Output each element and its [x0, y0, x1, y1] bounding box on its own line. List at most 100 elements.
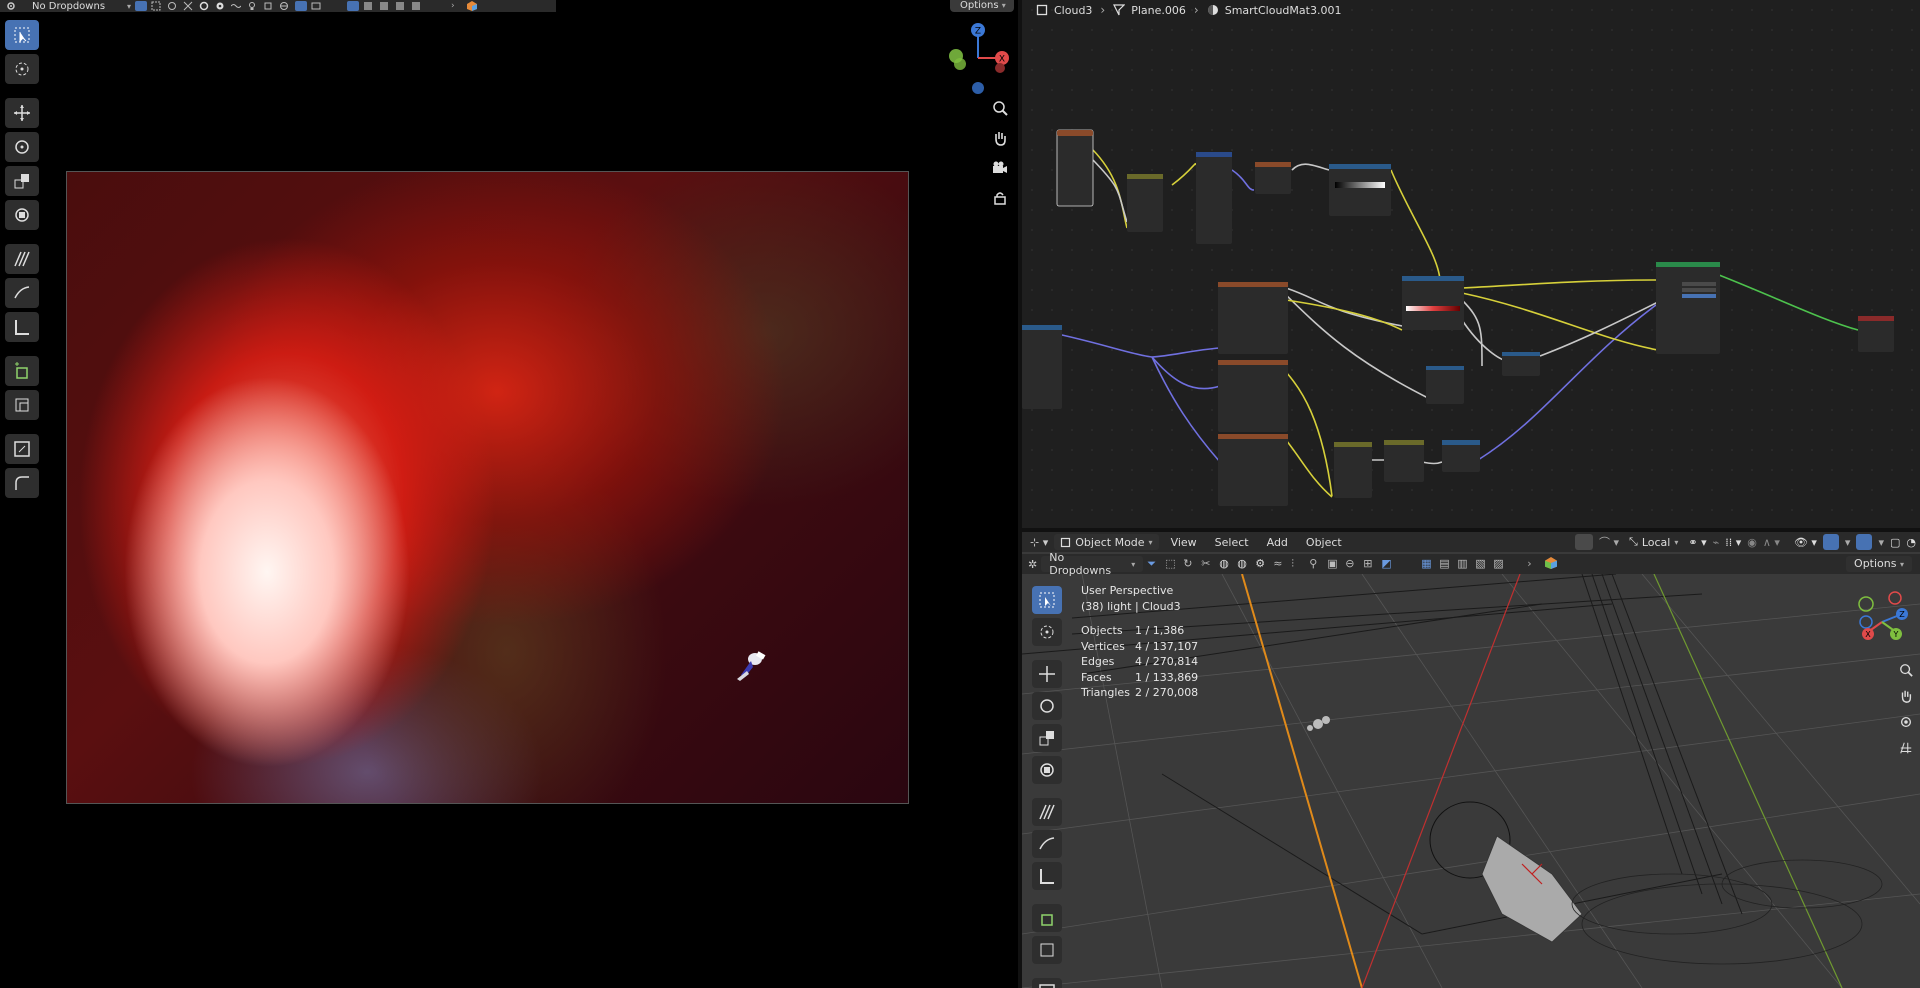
wave-icon[interactable] [230, 1, 243, 11]
settings-icon[interactable] [6, 1, 18, 11]
selection-mode-invert-icon[interactable] [395, 1, 407, 11]
selection-mode-set-icon[interactable] [347, 1, 360, 11]
select-tool-button[interactable] [1032, 586, 1062, 614]
hair-icon[interactable]: ⫶ [1291, 557, 1305, 571]
move-tool-button[interactable] [5, 98, 39, 128]
filter-icon[interactable] [135, 1, 148, 11]
options-button[interactable]: Options ▾ [950, 0, 1014, 12]
orbit-button[interactable] [1896, 712, 1916, 732]
annotate-tool-button[interactable] [1032, 798, 1062, 826]
cursor-icon[interactable] [167, 1, 179, 11]
selection-mode-subtract-icon[interactable]: ▥ [1457, 557, 1471, 571]
draw-tool-button[interactable] [5, 278, 39, 308]
measure-tool-button[interactable] [5, 312, 39, 342]
transform-tool-button[interactable] [1032, 756, 1062, 784]
menu-object[interactable]: Object [1300, 536, 1348, 549]
pivot-icon[interactable]: ⚭ ▾ [1688, 536, 1706, 549]
add-object-tool-button[interactable] [5, 390, 39, 420]
camera-icon[interactable]: ◩ [1381, 557, 1395, 571]
scissors-icon[interactable]: ✂ [1201, 557, 1215, 571]
light-icon[interactable]: ⚲ [1309, 557, 1323, 571]
shader-node-editor[interactable]: Cloud3 › Plane.006 › SmartCloudMat3.001 [1022, 0, 1920, 528]
dropdown-selector[interactable]: No Dropdowns ▾ [22, 0, 131, 12]
camera-view-button[interactable] [988, 156, 1012, 180]
grid-view-button[interactable] [1896, 738, 1916, 758]
editor-type-icon[interactable]: ⊹ ▾ [1030, 536, 1048, 549]
mesh-icon[interactable]: ▣ [1327, 557, 1341, 571]
selection-mode-intersect-icon[interactable]: ▨ [1493, 557, 1507, 571]
select-box-icon[interactable] [151, 1, 163, 11]
breadcrumb-mesh[interactable]: Plane.006 [1113, 4, 1186, 17]
dropdown-selector[interactable]: No Dropdowns ▾ [1041, 551, 1144, 577]
menu-add[interactable]: Add [1261, 536, 1294, 549]
breadcrumb-object[interactable]: Cloud3 [1036, 4, 1092, 17]
mode-dropdown[interactable]: Object Mode ▾ [1054, 534, 1159, 550]
armature-icon[interactable]: ⊖ [1345, 557, 1359, 571]
selection-mode-extend-icon[interactable] [363, 1, 375, 11]
select-tool-button[interactable] [5, 20, 39, 50]
rotate-tool-button[interactable] [5, 132, 39, 162]
options-button[interactable]: Options ▾ [1846, 556, 1912, 572]
sphere-alt-icon[interactable]: ◍ [1237, 557, 1251, 571]
curve-tool-button[interactable] [5, 468, 39, 498]
scale-tool-button[interactable] [1032, 724, 1062, 752]
breadcrumb-material[interactable]: SmartCloudMat3.001 [1207, 4, 1341, 17]
image-icon[interactable] [311, 1, 323, 11]
move-icon[interactable] [183, 1, 195, 11]
gizmo-toggle-icon[interactable] [1822, 534, 1839, 550]
selection-mode-subtract-icon[interactable] [379, 1, 391, 11]
chevron-right-icon[interactable]: › [451, 1, 463, 11]
menu-select[interactable]: Select [1209, 536, 1255, 549]
rotate-tool-button[interactable] [1032, 692, 1062, 720]
camera-viewport[interactable]: No Dropdowns ▾ › Options ▾ Z X [0, 0, 1018, 988]
zoom-button[interactable] [1896, 660, 1916, 680]
gear-icon[interactable]: ⚙ [1255, 557, 1269, 571]
selection-mode-intersect-icon[interactable] [411, 1, 423, 11]
extra-tool-button[interactable] [1032, 978, 1062, 988]
gizmo-dropdown-icon[interactable]: ▾ [1845, 536, 1851, 549]
node-graph[interactable] [1022, 0, 1920, 528]
overlay-dropdown-icon[interactable]: ▾ [1878, 536, 1884, 549]
mesh-icon[interactable] [263, 1, 275, 11]
extra-tool-button[interactable] [5, 434, 39, 464]
render-engine-icon[interactable] [1545, 557, 1559, 571]
xray-icon[interactable]: ▢ [1890, 536, 1900, 549]
lock-camera-button[interactable] [988, 186, 1012, 210]
light-icon[interactable] [247, 1, 259, 11]
measure-tool-button[interactable] [1032, 862, 1062, 890]
render-engine-icon[interactable] [467, 1, 479, 11]
move-tool-button[interactable] [1032, 660, 1062, 688]
visibility-icon[interactable]: 👁 ▾ [1794, 536, 1817, 549]
shading-wire-icon[interactable]: ◔ [1906, 536, 1916, 549]
settings-icon[interactable]: ✲ [1028, 558, 1037, 571]
select-box-icon[interactable]: ⬚ [1165, 557, 1179, 571]
navigation-gizmo-3d[interactable]: Z X Y [1852, 588, 1912, 650]
snapping-icon[interactable]: ⌁ [1713, 536, 1720, 549]
zoom-button[interactable] [988, 96, 1012, 120]
pan-button[interactable] [1896, 686, 1916, 706]
eyedropper-icon[interactable] [1574, 534, 1593, 550]
annotate-tool-button[interactable] [5, 244, 39, 274]
transform-tool-button[interactable] [5, 200, 39, 230]
sphere-icon[interactable]: ◍ [1219, 557, 1233, 571]
sphere-icon[interactable] [279, 1, 291, 11]
falloff-icon[interactable]: ∧ ▾ [1763, 536, 1780, 549]
pan-button[interactable] [988, 126, 1012, 150]
proportional-edit-icon[interactable]: ◉ [1747, 536, 1757, 549]
selection-mode-set-icon[interactable]: ▦ [1421, 557, 1435, 571]
cursor-tool-button[interactable] [1032, 618, 1062, 646]
selection-mode-extend-icon[interactable]: ▤ [1439, 557, 1453, 571]
add-cube-tool-button[interactable] [1032, 904, 1062, 932]
selection-mode-invert-icon[interactable]: ▧ [1475, 557, 1489, 571]
snap-target-icon[interactable]: ⁞⁞ ▾ [1725, 536, 1741, 549]
camera-icon[interactable] [295, 1, 308, 11]
wave-icon[interactable]: ≈ [1273, 557, 1287, 571]
menu-view[interactable]: View [1165, 536, 1203, 549]
scale-tool-button[interactable] [5, 166, 39, 196]
empty-icon[interactable]: ⊞ [1363, 557, 1377, 571]
add-cube-tool-button[interactable] [5, 356, 39, 386]
filter-icon[interactable]: ⏷ [1147, 557, 1161, 571]
snap-icon[interactable]: ⌒ ▾ [1599, 534, 1619, 550]
rotate-icon[interactable] [199, 1, 211, 11]
navigation-gizmo[interactable]: Z X [944, 20, 1014, 100]
